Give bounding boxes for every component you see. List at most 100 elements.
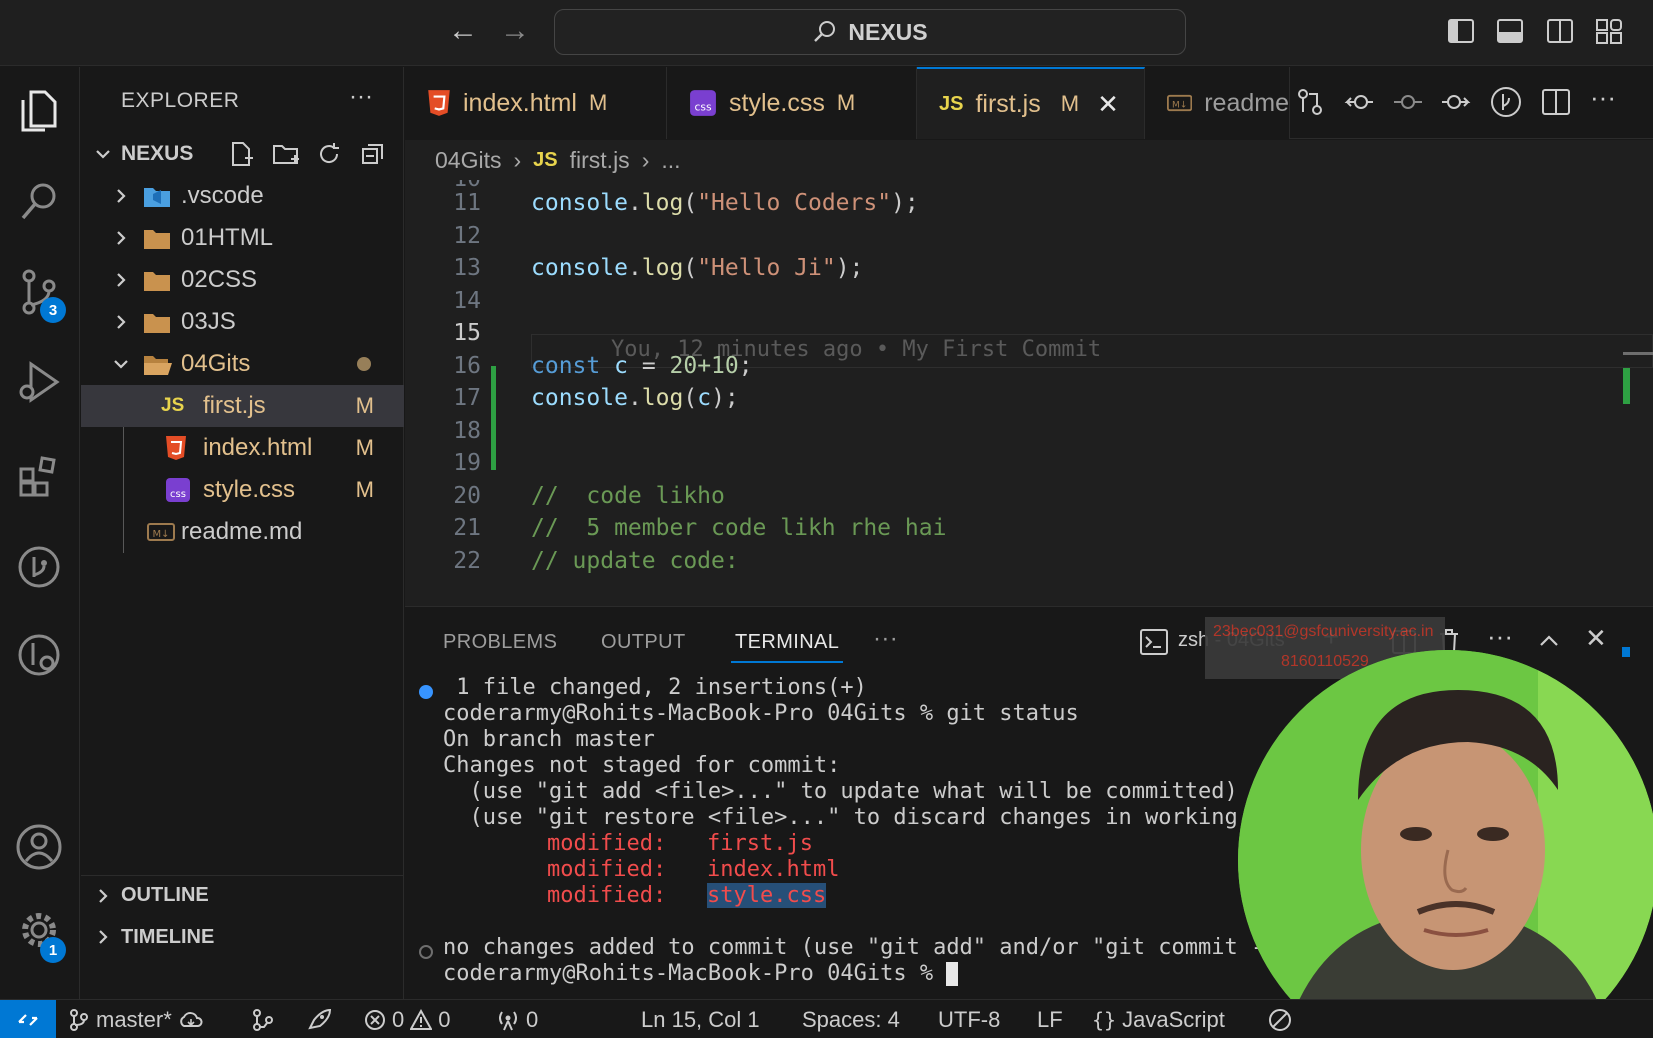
extensions-icon[interactable] [14,452,64,502]
accounts-icon[interactable] [14,822,64,872]
folder-icon [144,230,170,249]
tab-readme[interactable]: M↓ readme [1145,67,1290,139]
terminal-modified-label: modified: [547,883,667,908]
forward-arrow-icon[interactable]: → [500,14,530,48]
tab-style-css[interactable]: css style.css M [667,67,917,139]
chevron-right-icon [99,888,108,903]
refresh-icon[interactable] [315,140,343,168]
terminal-scroll-marker [1622,647,1630,657]
tree-item-style-css[interactable]: css style.css M [81,469,404,511]
open-changes-icon[interactable] [1294,86,1326,118]
cursor-position[interactable]: Ln 15, Col 1 [641,1007,760,1033]
timeline-section[interactable]: TIMELINE [81,917,404,957]
chevron-right-icon: › [513,146,522,173]
code-line-22: // update code: [531,548,739,574]
line-ending[interactable]: LF [1037,1007,1063,1033]
tree-item-03js[interactable]: 03JS [81,301,404,343]
tab-modified-indicator: M [1060,91,1080,116]
git-history-icon[interactable] [14,630,64,680]
tab-problems[interactable]: PROBLEMS [443,631,557,654]
split-editor-icon[interactable] [1540,86,1572,118]
terminal-modified-file-selected: style.css [707,883,827,908]
run-debug-icon[interactable] [14,357,64,407]
tab-terminal[interactable]: TERMINAL [735,631,839,654]
sync-cloud-icon[interactable] [178,1010,204,1030]
tree-item-label: style.css [203,476,296,503]
tree-item-vscode[interactable]: .vscode [81,175,404,217]
braces-icon: {} [1092,1008,1117,1032]
tree-item-04gits[interactable]: 04Gits [81,343,404,385]
close-panel-icon[interactable]: ✕ [1585,623,1607,654]
vscode-folder-icon [144,188,170,207]
tree-item-readme[interactable]: M↓ readme.md [81,511,404,553]
next-change-icon[interactable] [1440,86,1472,118]
terminal-more-icon[interactable]: ··· [1487,621,1513,652]
workspace-name: NEXUS [121,142,194,165]
folder-icon [144,314,170,333]
tree-item-label: 01HTML [181,224,274,251]
tab-output[interactable]: OUTPUT [601,631,686,654]
toggle-panel-icon[interactable] [1495,16,1525,46]
problems-indicator[interactable]: 0 0 [364,1007,451,1033]
folder-icon [144,272,170,291]
tree-item-first-js[interactable]: JS first.js M [81,385,404,427]
tree-item-01html[interactable]: 01HTML [81,217,404,259]
workspace-root[interactable]: NEXUS [81,133,404,175]
indentation[interactable]: Spaces: 4 [802,1007,900,1033]
git-branch-icon [70,1009,88,1031]
tree-item-02css[interactable]: 02CSS [81,259,404,301]
no-prettier-icon[interactable] [1268,1008,1292,1032]
customize-layout-icon[interactable] [1594,16,1624,46]
previous-change-icon[interactable] [1343,86,1375,118]
terminal-output-line: no changes added to commit (use "git add… [443,935,1265,960]
back-arrow-icon[interactable]: ← [448,14,478,48]
line-number: 18 [453,418,481,444]
collapse-all-icon[interactable] [359,140,387,168]
code-editor[interactable]: 10 11 12 13 14 15 16 17 18 19 20 21 22 c… [405,180,1653,606]
commit-icon[interactable] [1392,86,1424,118]
explorer-icon[interactable] [14,87,64,137]
breadcrumb-more[interactable]: ... [661,147,680,174]
line-number: 14 [453,288,481,314]
command-pending-dot-icon [419,945,433,959]
terminal-input-line[interactable]: coderarmy@Rohits-MacBook-Pro 04Gits % [443,961,959,986]
toggle-secondary-sidebar-icon[interactable] [1545,16,1575,46]
active-tab-indicator [731,661,843,663]
tree-item-label: first.js [203,392,266,419]
language-mode[interactable]: {} JavaScript [1092,1007,1225,1033]
command-center-label: NEXUS [848,18,928,45]
modified-indicator: M [355,435,374,460]
remote-indicator[interactable] [0,1000,56,1038]
maximize-panel-icon[interactable] [1537,629,1561,653]
editor-more-icon[interactable]: ··· [1590,82,1616,113]
outline-section[interactable]: OUTLINE [81,875,404,915]
tree-item-index-html[interactable]: index.html M [81,427,404,469]
ports-indicator[interactable]: 0 [496,1007,538,1033]
git-graph-status-icon[interactable] [250,1008,276,1032]
tab-label: readme [1204,88,1289,117]
new-file-icon[interactable] [227,140,255,168]
panel-more-icon[interactable]: ··· [873,625,898,653]
git-graph-icon[interactable] [1490,86,1522,118]
branch-indicator[interactable]: master* [68,1007,204,1033]
explorer-more-icon[interactable]: ··· [349,83,373,111]
new-folder-icon[interactable] [271,140,301,168]
rocket-icon[interactable] [306,1008,332,1032]
code-line-21: // 5 member code likh rhe hai [531,515,947,541]
encoding[interactable]: UTF-8 [938,1007,1000,1033]
terminal-output-line: Changes not staged for commit: [443,753,841,778]
source-control-badge: 3 [40,297,66,323]
close-tab-icon[interactable]: ✕ [1097,89,1119,120]
remote-icon [18,1013,38,1026]
git-graph-icon[interactable] [14,542,64,592]
tab-first-js[interactable]: JS first.js M ✕ [917,67,1145,139]
tab-index-html[interactable]: index.html M [405,67,667,139]
breadcrumb-file[interactable]: first.js [570,147,630,174]
toggle-primary-sidebar-icon[interactable] [1446,16,1476,46]
terminal-prompt-line: coderarmy@Rohits-MacBook-Pro 04Gits % gi… [443,701,1079,726]
chevron-down-icon [114,360,128,369]
css-file-icon: css [690,90,716,116]
command-center-search[interactable]: NEXUS [554,9,1186,55]
search-icon[interactable] [14,177,64,227]
breadcrumb-folder[interactable]: 04Gits [435,147,501,174]
